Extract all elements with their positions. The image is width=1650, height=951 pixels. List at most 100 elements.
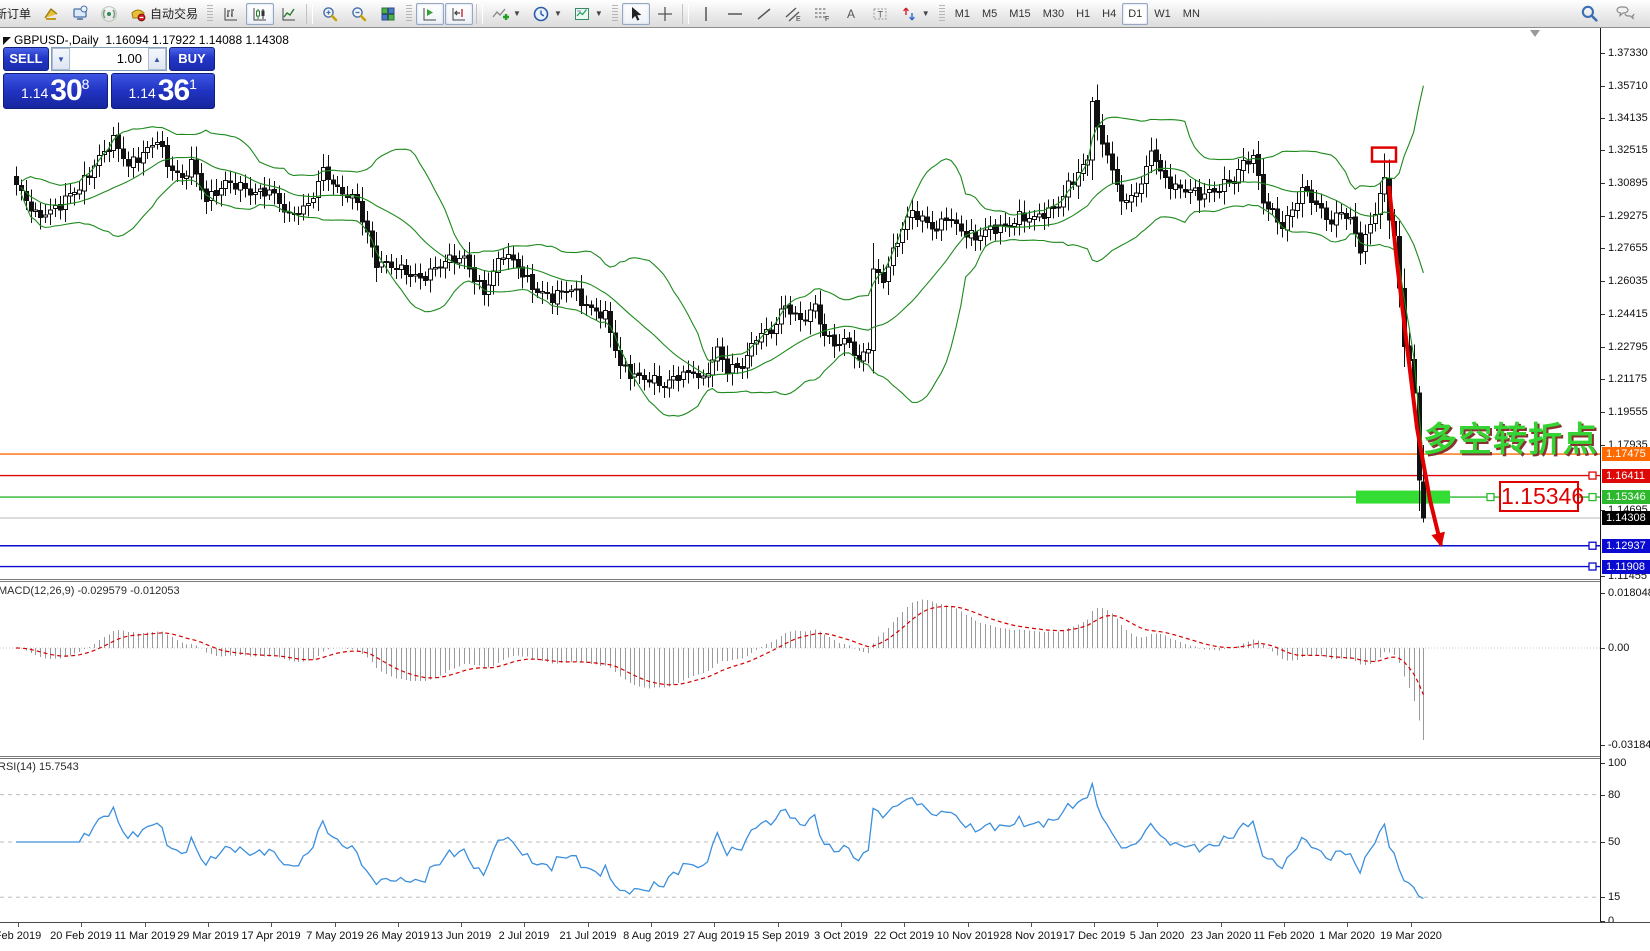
- date-label: 3 Oct 2019: [814, 930, 868, 942]
- sell-price-sup: 8: [82, 77, 90, 91]
- timeframe-button-H4[interactable]: H4: [1096, 3, 1122, 25]
- rsi-pane-canvas[interactable]: [0, 759, 1600, 922]
- macd-pane-canvas[interactable]: [0, 582, 1600, 756]
- candlestick-mode-button[interactable]: [246, 3, 274, 25]
- volume-decrease-button[interactable]: ▼: [52, 48, 70, 70]
- indicators-button[interactable]: ▼: [486, 3, 526, 25]
- chart-shift-button[interactable]: [445, 3, 473, 25]
- date-label: 10 Nov 2019: [937, 930, 999, 942]
- date-tick: [1284, 923, 1285, 927]
- main-chart-canvas[interactable]: [0, 28, 1600, 579]
- date-tick: [145, 923, 146, 927]
- date-label: 2 Jul 2019: [499, 930, 550, 942]
- axis-tick: [1601, 379, 1605, 380]
- trendline-tool-button[interactable]: [750, 3, 778, 25]
- axis-tick: [1601, 86, 1605, 87]
- chart-symbol-period: GBPUSD-,Daily: [14, 33, 99, 47]
- zoom-in-button[interactable]: [316, 3, 344, 25]
- volume-increase-button[interactable]: ▲: [148, 48, 166, 70]
- auto-trading-button[interactable]: 自动交易: [124, 3, 203, 25]
- date-tick: [714, 923, 715, 927]
- line-chart-mode-button[interactable]: [275, 3, 303, 25]
- timeframe-button-MN[interactable]: MN: [1177, 3, 1206, 25]
- chat-button[interactable]: [1610, 3, 1640, 25]
- sell-button[interactable]: SELL: [3, 47, 49, 71]
- sell-price-big: 30: [50, 76, 81, 106]
- vertical-line-tool-button[interactable]: [692, 3, 720, 25]
- timeframe-button-M15[interactable]: M15: [1003, 3, 1036, 25]
- axis-tick: [1601, 445, 1605, 446]
- timeframe-button-M30[interactable]: M30: [1037, 3, 1070, 25]
- volume-value[interactable]: 1.00: [70, 48, 148, 70]
- fibonacci-tool-button[interactable]: F: [808, 3, 836, 25]
- timeframe-button-M1[interactable]: M1: [949, 3, 976, 25]
- arrows-tool-button[interactable]: ▼: [895, 3, 935, 25]
- signals-icon[interactable]: [95, 3, 123, 25]
- auto-scroll-button[interactable]: [416, 3, 444, 25]
- volume-field[interactable]: ▼ 1.00 ▲: [51, 47, 167, 71]
- date-tick: [1157, 923, 1158, 927]
- equidistant-channel-tool-button[interactable]: E: [779, 3, 807, 25]
- horizontal-line-tool-button[interactable]: [721, 3, 749, 25]
- axis-tick: [1601, 763, 1605, 764]
- price-tag: 1.12937: [1602, 539, 1650, 553]
- toolbar-grip: [612, 5, 618, 23]
- date-tick: [398, 923, 399, 927]
- one-click-panel-toggle-icon[interactable]: [3, 37, 11, 45]
- search-button[interactable]: [1575, 3, 1604, 25]
- price-tag: 1.17475: [1602, 447, 1650, 461]
- auto-trading-label: 自动交易: [150, 5, 198, 22]
- price-tick-label: 1.19555: [1608, 406, 1648, 418]
- buy-price-big: 36: [158, 76, 189, 106]
- new-order-button[interactable]: 新订单: [0, 3, 36, 25]
- timeframe-button-H1[interactable]: H1: [1070, 3, 1096, 25]
- chart-shift-marker-icon[interactable]: [1530, 30, 1540, 37]
- date-tick: [271, 923, 272, 927]
- timeframe-button-M5[interactable]: M5: [976, 3, 1003, 25]
- crosshair-tool-button[interactable]: [651, 3, 679, 25]
- macd-tick-label: -0.031847: [1608, 739, 1650, 751]
- timeframe-button-D1[interactable]: D1: [1122, 3, 1148, 25]
- tile-windows-button[interactable]: [374, 3, 402, 25]
- rsi-tick-label: 15: [1608, 891, 1620, 903]
- bar-chart-mode-button[interactable]: [217, 3, 245, 25]
- date-tick: [651, 923, 652, 927]
- turning-point-annotation[interactable]: 多空转折点: [1423, 412, 1598, 461]
- price-tick-label: 1.22795: [1608, 341, 1648, 353]
- price-level-annotation[interactable]: 1.15346: [1499, 481, 1579, 512]
- buy-price-display[interactable]: 1.14 36 1: [111, 73, 216, 109]
- periods-button[interactable]: ▼: [527, 3, 567, 25]
- sell-price-display[interactable]: 1.14 30 8: [3, 73, 108, 109]
- timeframe-button-W1[interactable]: W1: [1148, 3, 1177, 25]
- buy-button[interactable]: BUY: [169, 47, 215, 71]
- axis-tick: [1601, 842, 1605, 843]
- price-tick-label: 1.32515: [1608, 144, 1648, 156]
- date-label: 17 Dec 2019: [1063, 930, 1125, 942]
- text-label-tool-button[interactable]: T: [866, 3, 894, 25]
- price-tag: 1.14308: [1602, 511, 1650, 525]
- date-tick: [18, 923, 19, 927]
- svg-text:F: F: [825, 16, 829, 23]
- price-tick-label: 1.29275: [1608, 210, 1648, 222]
- price-axis[interactable]: 1.373301.357101.341351.325151.308951.292…: [1600, 28, 1650, 922]
- date-tick: [1031, 923, 1032, 927]
- price-tick-label: 1.27655: [1608, 242, 1648, 254]
- dropdown-caret-icon: ▼: [513, 9, 521, 18]
- axis-tick: [1601, 795, 1605, 796]
- zoom-out-button[interactable]: [345, 3, 373, 25]
- date-tick: [524, 923, 525, 927]
- date-label: 19 Mar 2020: [1380, 930, 1442, 942]
- axis-tick: [1601, 53, 1605, 54]
- date-tick: [81, 923, 82, 927]
- date-axis[interactable]: Feb 201920 Feb 201911 Mar 201929 Mar 201…: [0, 922, 1650, 951]
- terminal-window-icon[interactable]: [66, 3, 94, 25]
- text-tool-button[interactable]: A: [837, 3, 865, 25]
- templates-button[interactable]: ▼: [568, 3, 608, 25]
- axis-tick: [1601, 897, 1605, 898]
- cursor-tool-button[interactable]: [622, 3, 650, 25]
- mt4-terminal: 新订单 自动交易: [0, 0, 1650, 951]
- date-tick: [461, 923, 462, 927]
- axis-tick: [1601, 314, 1605, 315]
- top-toolbar: 新订单 自动交易: [0, 0, 1650, 28]
- depth-of-market-icon[interactable]: [37, 3, 65, 25]
